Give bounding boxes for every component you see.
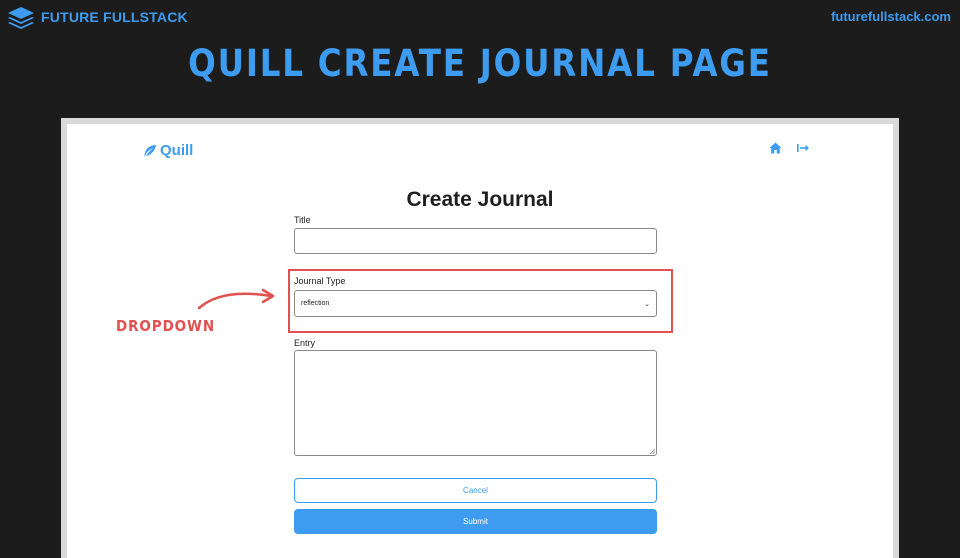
page-title: Create Journal bbox=[406, 188, 554, 211]
app-logo[interactable]: Quill bbox=[143, 142, 193, 159]
journal-type-value: reflection bbox=[301, 300, 330, 307]
layers-icon bbox=[8, 7, 34, 29]
logout-icon bbox=[797, 144, 809, 152]
logout-button[interactable] bbox=[796, 142, 810, 154]
site-url: futurefullstack.com bbox=[831, 9, 951, 24]
entry-label: Entry bbox=[294, 338, 316, 348]
callout-arrow-icon bbox=[197, 288, 275, 310]
slide-title: QUILL CREATE JOURNAL PAGE bbox=[188, 42, 772, 85]
brand-name: FUTURE FULLSTACK bbox=[41, 9, 188, 25]
chevron-down-icon: ⌄ bbox=[644, 300, 650, 308]
journal-type-label: Journal Type bbox=[294, 276, 346, 286]
cancel-button[interactable]: Cancel bbox=[294, 478, 657, 503]
submit-button[interactable]: Submit bbox=[294, 509, 657, 534]
title-input[interactable] bbox=[294, 228, 657, 254]
app-logo-text: Quill bbox=[160, 142, 194, 159]
dropdown-callout-label: DROPDOWN bbox=[116, 317, 216, 335]
title-label: Title bbox=[294, 215, 311, 225]
top-nav bbox=[769, 142, 810, 154]
brand: FUTURE FULLSTACK bbox=[6, 5, 188, 29]
home-button[interactable] bbox=[769, 142, 782, 154]
feather-icon bbox=[144, 144, 156, 157]
resize-handle-icon[interactable] bbox=[649, 448, 655, 454]
entry-textarea[interactable] bbox=[294, 350, 657, 456]
home-icon bbox=[769, 142, 782, 154]
journal-type-select[interactable]: reflection ⌄ bbox=[294, 290, 657, 317]
app-screenshot: Quill Create Journal Title Journal Type … bbox=[61, 118, 899, 558]
